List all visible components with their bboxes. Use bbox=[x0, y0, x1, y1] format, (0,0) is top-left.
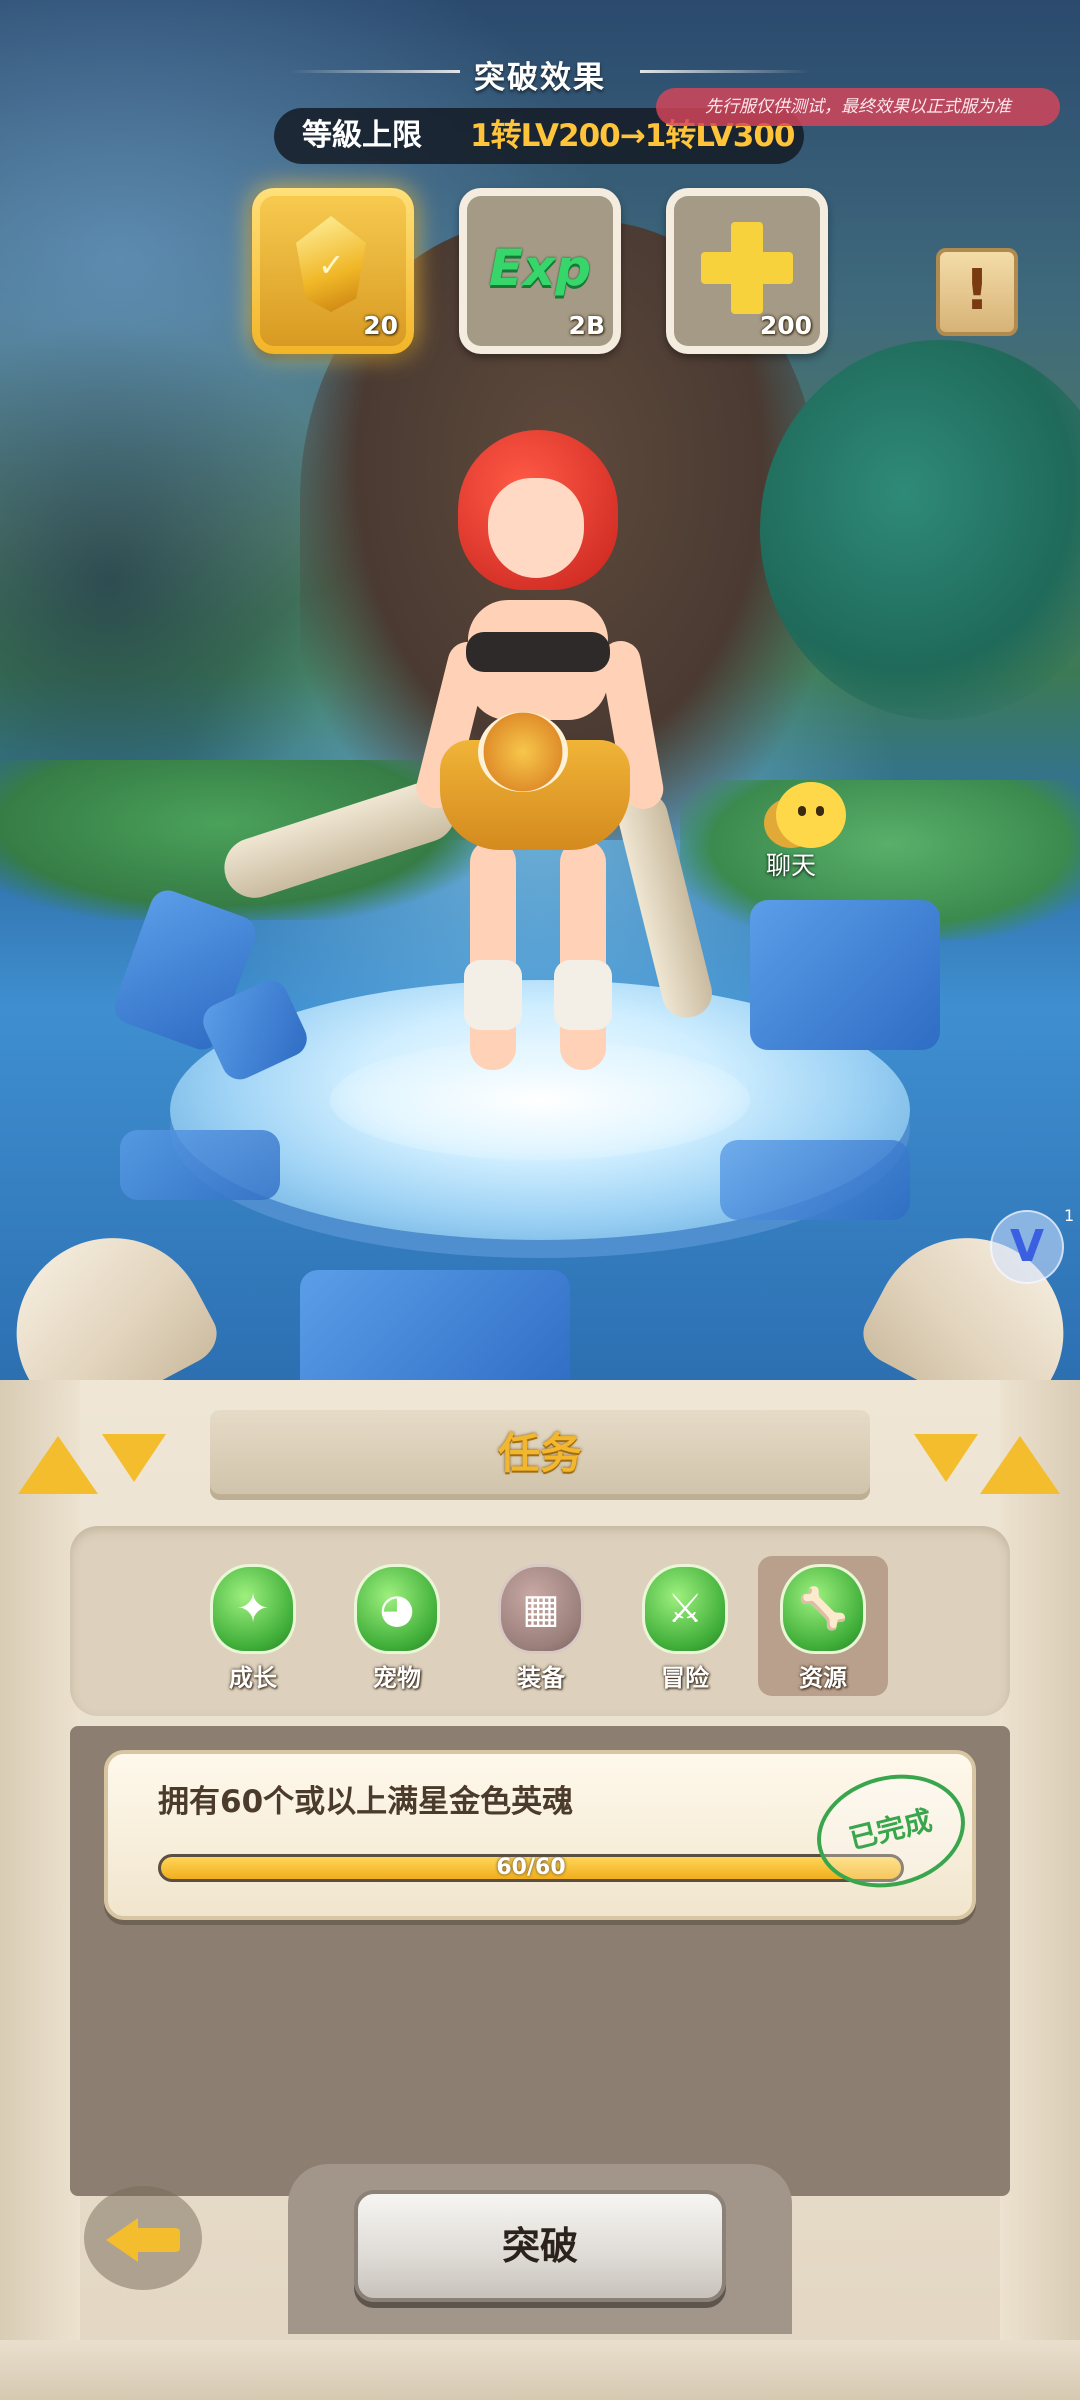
panel-frame-right bbox=[1000, 1380, 1080, 2400]
arrow-up-icon[interactable] bbox=[980, 1436, 1060, 1494]
blue-rock bbox=[120, 1130, 280, 1200]
reward-slot-exp[interactable]: Exp 2B bbox=[459, 188, 621, 354]
tab-label: 冒险 bbox=[661, 1664, 709, 1692]
tab-resource[interactable]: 🦴 资源 bbox=[758, 1556, 888, 1696]
resource-bone-icon: 🦴 bbox=[780, 1564, 866, 1654]
task-item[interactable]: 拥有60个或以上满星金色英魂 60/60 已完成 bbox=[104, 1750, 978, 1920]
task-progress-text: 60/60 bbox=[496, 1855, 566, 1880]
equipment-icon: ▦ bbox=[498, 1564, 584, 1654]
task-progress-bar: 60/60 bbox=[158, 1854, 904, 1882]
character-face bbox=[488, 478, 584, 578]
tab-equipment[interactable]: ▦ 装备 bbox=[476, 1556, 606, 1696]
tab-pet[interactable]: ◕ 宠物 bbox=[332, 1556, 462, 1696]
breakthrough-button[interactable]: 突破 bbox=[354, 2190, 726, 2302]
chat-bubble-icon[interactable] bbox=[776, 782, 846, 848]
vip-badge-icon[interactable]: V bbox=[990, 1210, 1064, 1284]
bone-tusk-left bbox=[0, 1204, 227, 1400]
character-boot bbox=[464, 960, 522, 1030]
panel-frame-left bbox=[0, 1380, 80, 2400]
vip-badge-count: 1 bbox=[1064, 1206, 1075, 1225]
arrow-up-icon[interactable] bbox=[18, 1436, 98, 1494]
pet-icon: ◕ bbox=[354, 1564, 440, 1654]
tab-label: 资源 bbox=[799, 1664, 847, 1692]
test-server-notice: 先行服仅供测试，最终效果以正式服为准 bbox=[656, 88, 1060, 126]
level-cap-label: 等級上限 bbox=[302, 118, 422, 153]
adventure-icon: ⚔ bbox=[642, 1564, 728, 1654]
reward-count: 20 bbox=[363, 311, 398, 340]
tab-growth[interactable]: ✦ 成长 bbox=[188, 1556, 318, 1696]
tab-label: 装备 bbox=[517, 1664, 565, 1692]
gold-crystal-icon bbox=[296, 216, 366, 312]
gold-plus-icon bbox=[701, 222, 793, 314]
lion-belt bbox=[478, 712, 568, 792]
reward-count: 200 bbox=[759, 311, 812, 340]
character-boot bbox=[554, 960, 612, 1030]
character-top bbox=[466, 632, 610, 672]
tab-label: 宠物 bbox=[373, 1664, 421, 1692]
character-leg bbox=[470, 840, 516, 1070]
reward-count: 2B bbox=[568, 311, 605, 340]
blue-rock bbox=[720, 1140, 910, 1220]
notice-scroll-icon[interactable]: ! bbox=[936, 248, 1018, 336]
growth-icon: ✦ bbox=[210, 1564, 296, 1654]
task-description: 拥有60个或以上满星金色英魂 bbox=[158, 1784, 574, 1820]
tab-label: 成长 bbox=[229, 1664, 277, 1692]
panel-bottom-frame bbox=[0, 2340, 1080, 2400]
back-button[interactable] bbox=[84, 2186, 202, 2290]
arrow-down-icon[interactable] bbox=[102, 1434, 166, 1482]
reward-slot-plus[interactable]: 200 bbox=[666, 188, 828, 354]
character-leg bbox=[560, 840, 606, 1070]
blue-rock bbox=[750, 900, 940, 1050]
exp-icon: Exp bbox=[488, 239, 592, 297]
reward-slot-crystal[interactable]: 20 bbox=[252, 188, 414, 354]
arrow-down-icon[interactable] bbox=[914, 1434, 978, 1482]
tab-adventure[interactable]: ⚔ 冒险 bbox=[620, 1556, 750, 1696]
platform-glow bbox=[330, 1040, 750, 1160]
chat-label[interactable]: 聊天 bbox=[736, 846, 846, 882]
